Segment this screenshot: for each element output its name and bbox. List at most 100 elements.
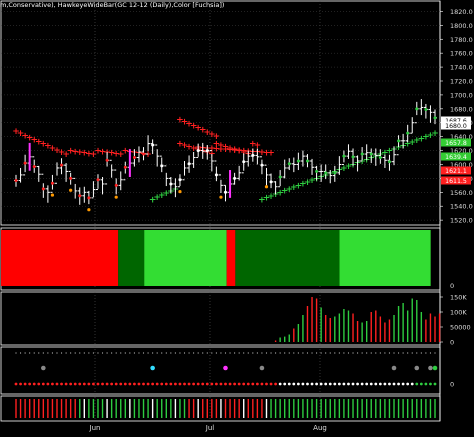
osc-dot xyxy=(74,352,76,354)
osc-dot-trend xyxy=(337,382,341,386)
price-tick-label: 1820.0 xyxy=(450,8,473,16)
swing-dot-orange xyxy=(87,208,91,212)
osc-dot-trend xyxy=(105,382,109,386)
trend-dot xyxy=(50,181,54,185)
osc-dot-trend xyxy=(41,382,45,386)
swing-dot-orange xyxy=(114,195,118,199)
osc-dot xyxy=(384,352,386,354)
volume-tick-label: 100K xyxy=(450,309,467,317)
osc-dot xyxy=(243,352,245,354)
stop-marker-red: + xyxy=(267,149,275,159)
osc-dot-trend xyxy=(351,382,355,386)
osc-dot xyxy=(325,352,327,354)
trend-dot xyxy=(196,149,200,153)
trend-dot xyxy=(123,165,127,169)
osc-dot-trend xyxy=(73,382,77,386)
osc-dot xyxy=(42,352,44,354)
trend-dot xyxy=(415,107,419,111)
osc-dot-trend xyxy=(347,382,350,386)
osc-dot xyxy=(101,352,104,354)
trend-segment xyxy=(226,230,236,286)
osc-dot xyxy=(165,352,167,354)
osc-dot-trend xyxy=(369,382,373,386)
month-label: Aug xyxy=(313,424,327,432)
trend-dot xyxy=(397,139,401,143)
osc-dot-trend xyxy=(201,382,205,386)
trend-dot xyxy=(224,190,227,194)
osc-dot xyxy=(202,352,204,354)
osc-dot xyxy=(293,352,295,354)
osc-dot xyxy=(79,352,81,354)
osc-dot xyxy=(15,352,17,354)
osc-dot-trend xyxy=(123,382,127,386)
osc-dot xyxy=(279,352,281,354)
osc-signal-dot xyxy=(41,365,46,371)
osc-dot-trend xyxy=(292,382,296,386)
osc-dot-trend xyxy=(296,382,300,386)
osc-dot xyxy=(315,352,318,354)
osc-dot-trend xyxy=(274,382,277,386)
trend-dot xyxy=(305,159,309,163)
osc-dot-trend xyxy=(14,382,18,386)
osc-dot-trend xyxy=(160,382,164,386)
trend-dot xyxy=(260,163,264,167)
osc-dot xyxy=(297,352,299,354)
osc-dot-trend xyxy=(69,382,73,386)
price-tick-label: 1520.0 xyxy=(450,217,473,225)
osc-dot xyxy=(407,352,409,354)
trend-dot xyxy=(187,162,191,166)
osc-dot xyxy=(88,352,90,354)
osc-dot-trend xyxy=(183,382,186,386)
osc-dot-trend xyxy=(269,382,273,386)
osc-dot-trend xyxy=(374,382,378,386)
trend-dot xyxy=(278,175,282,179)
osc-dot xyxy=(120,352,122,354)
trend-dot xyxy=(378,156,382,160)
osc-dot-trend xyxy=(287,382,291,386)
trend-dot xyxy=(87,196,91,200)
osc-dot xyxy=(366,352,368,354)
trend-dot xyxy=(69,176,73,180)
trend-dot xyxy=(151,143,155,147)
osc-dot xyxy=(416,352,418,354)
osc-dot xyxy=(188,352,190,354)
osc-dot xyxy=(320,352,322,354)
osc-signal-dot xyxy=(414,365,420,371)
price-flag-label: 1621.1 xyxy=(445,168,467,175)
price-tick-label: 1760.0 xyxy=(450,50,473,58)
osc-dot-trend xyxy=(133,382,136,386)
trend-dot xyxy=(433,116,437,120)
trend-dot xyxy=(406,131,410,135)
swing-dot-orange xyxy=(264,185,269,189)
osc-dot xyxy=(334,352,336,354)
trend-dot xyxy=(14,178,18,182)
osc-dot-trend xyxy=(365,382,369,386)
trend-dot xyxy=(160,164,164,168)
trend-dot xyxy=(233,176,237,180)
osc-dot-trend xyxy=(401,382,405,386)
osc-dot xyxy=(393,352,395,354)
swing-dot-orange xyxy=(219,195,223,199)
price-flag-label: 1657.8 xyxy=(445,140,467,147)
osc-dot xyxy=(183,352,186,354)
osc-dot-trend xyxy=(32,382,36,386)
osc-dot-trend xyxy=(251,382,255,386)
osc-dot-trend xyxy=(342,382,346,386)
swing-dot-orange xyxy=(50,193,55,197)
osc-dot-trend xyxy=(37,382,41,386)
osc-dot-trend xyxy=(46,382,50,386)
osc-dot-trend xyxy=(392,382,396,386)
osc-dot xyxy=(397,352,400,354)
osc-dot xyxy=(197,352,199,354)
osc-dot-trend xyxy=(164,382,168,386)
osc-dot-trend xyxy=(255,382,259,386)
osc-dot-trend xyxy=(146,382,150,386)
osc-dot-trend xyxy=(82,382,86,386)
osc-dot xyxy=(170,352,172,354)
osc-dot-trend xyxy=(78,382,82,386)
osc-dot-trend xyxy=(246,382,250,386)
osc-dot xyxy=(215,352,217,354)
price-tick-label: 1560.0 xyxy=(450,189,473,197)
price-tick-label: 1800.0 xyxy=(450,22,473,30)
osc-dot xyxy=(33,352,35,354)
